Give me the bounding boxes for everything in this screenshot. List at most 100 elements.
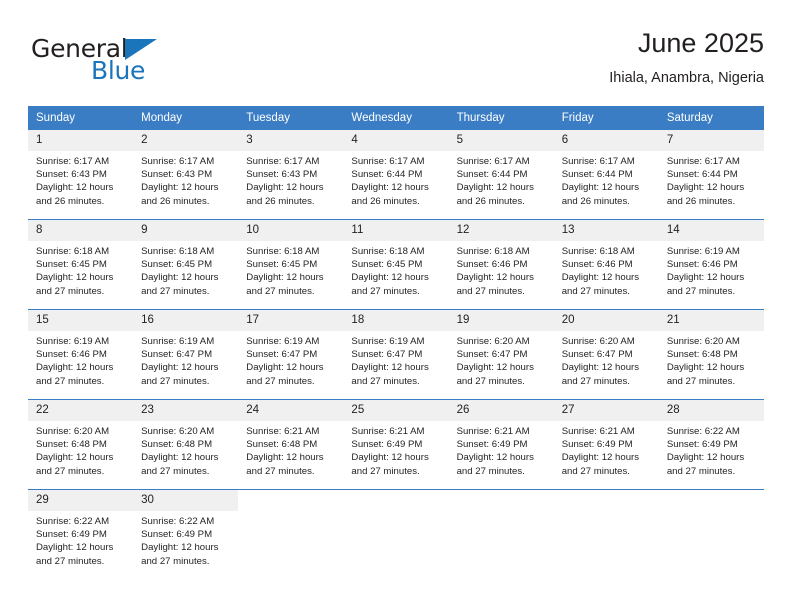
daylight-duration: and 27 minutes. xyxy=(36,555,105,567)
daylight-duration: and 27 minutes. xyxy=(456,465,525,477)
sunset-time: Sunset: 6:48 PM xyxy=(246,439,318,451)
daylight-duration: Daylight: 12 hours xyxy=(246,362,324,374)
day-number: 9 xyxy=(133,220,239,241)
calendar-day[interactable]: 8 Sunrise: 6:18 AM Sunset: 6:45 PM Daylight… xyxy=(28,220,134,309)
daylight-duration: Daylight: 12 hours xyxy=(456,362,534,374)
daylight-duration: Daylight: 12 hours xyxy=(141,272,219,284)
day-number: 13 xyxy=(553,220,659,241)
daylight-duration: and 26 minutes. xyxy=(456,195,525,207)
sunset-time: Sunset: 6:49 PM xyxy=(561,439,633,451)
calendar-day[interactable]: 22 Sunrise: 6:20 AM Sunset: 6:48 PM Dayligh… xyxy=(28,400,134,489)
day-details: Sunrise: 6:20 AM Sunset: 6:48 PM Daylight:… xyxy=(133,421,238,478)
calendar-day[interactable]: 18 Sunrise: 6:19 AM Sunset: 6:47 PM Dayligh… xyxy=(343,310,449,399)
calendar-day[interactable]: 20 Sunrise: 6:20 AM Sunset: 6:47 PM Dayligh… xyxy=(553,310,659,399)
day-details: Sunrise: 6:17 AM Sunset: 6:44 PM Daylight:… xyxy=(449,151,554,208)
day-number: 15 xyxy=(28,310,134,331)
sunrise-time: Sunrise: 6:20 AM xyxy=(666,336,740,347)
day-details: Sunrise: 6:18 AM Sunset: 6:45 PM Daylight:… xyxy=(133,241,238,298)
daylight-duration: Daylight: 12 hours xyxy=(561,362,640,374)
day-number: 4 xyxy=(343,130,449,151)
calendar-day[interactable]: 6 Sunrise: 6:17 AM Sunset: 6:44 PM Daylight… xyxy=(553,130,659,219)
sunset-time: Sunset: 6:43 PM xyxy=(141,169,213,181)
day-details xyxy=(343,511,448,515)
calendar-day[interactable]: 1 Sunrise: 6:17 AM Sunset: 6:43 PM Daylight… xyxy=(28,130,134,219)
calendar-day[interactable]: 2 Sunrise: 6:17 AM Sunset: 6:43 PM Daylight… xyxy=(133,130,239,219)
sunset-time: Sunset: 6:46 PM xyxy=(666,259,738,271)
calendar-day[interactable]: 26 Sunrise: 6:21 AM Sunset: 6:49 PM Dayligh… xyxy=(448,400,554,489)
day-details: Sunrise: 6:19 AM Sunset: 6:46 PM Daylight:… xyxy=(28,331,133,388)
day-number: 21 xyxy=(658,310,764,331)
sunrise-time: Sunrise: 6:18 AM xyxy=(36,246,110,257)
daylight-duration: Daylight: 12 hours xyxy=(246,182,324,194)
calendar-day[interactable]: 27 Sunrise: 6:21 AM Sunset: 6:49 PM Dayligh… xyxy=(553,400,659,489)
day-number: 10 xyxy=(238,220,344,241)
calendar-day[interactable]: 30 Sunrise: 6:22 AM Sunset: 6:49 PM Dayligh… xyxy=(133,490,239,579)
day-number: 19 xyxy=(448,310,554,331)
calendar-week-row: 1 Sunrise: 6:17 AM Sunset: 6:43 PM Daylight… xyxy=(28,130,764,220)
page-subtitle: Ihiala, Anambra, Nigeria xyxy=(609,70,764,86)
calendar-cell: 29 Sunrise: 6:22 AM Sunset: 6:49 PM Dayligh… xyxy=(28,489,134,579)
daylight-duration: and 27 minutes. xyxy=(666,285,736,297)
day-details: Sunrise: 6:19 AM Sunset: 6:47 PM Daylight:… xyxy=(343,331,448,388)
sunset-time: Sunset: 6:46 PM xyxy=(36,349,107,361)
day-details xyxy=(238,511,343,515)
calendar-day[interactable]: 17 Sunrise: 6:19 AM Sunset: 6:47 PM Dayligh… xyxy=(238,310,344,399)
calendar-day[interactable]: 7 Sunrise: 6:17 AM Sunset: 6:44 PM Daylight… xyxy=(658,130,764,219)
day-details: Sunrise: 6:17 AM Sunset: 6:44 PM Daylight:… xyxy=(554,151,659,208)
daylight-duration: Daylight: 12 hours xyxy=(351,362,429,374)
day-details: Sunrise: 6:18 AM Sunset: 6:46 PM Daylight:… xyxy=(449,241,554,298)
calendar-cell: 30 Sunrise: 6:22 AM Sunset: 6:49 PM Dayligh… xyxy=(133,489,239,579)
day-details: Sunrise: 6:21 AM Sunset: 6:49 PM Daylight:… xyxy=(449,421,554,478)
calendar-day[interactable]: 13 Sunrise: 6:18 AM Sunset: 6:46 PM Dayligh… xyxy=(553,220,659,309)
day-number: 14 xyxy=(658,220,764,241)
calendar-day[interactable]: 4 Sunrise: 6:17 AM Sunset: 6:44 PM Daylight… xyxy=(343,130,449,219)
sunrise-time: Sunrise: 6:17 AM xyxy=(561,156,635,167)
sunset-time: Sunset: 6:49 PM xyxy=(351,439,423,451)
day-details: Sunrise: 6:20 AM Sunset: 6:47 PM Daylight:… xyxy=(554,331,659,388)
day-number: 8 xyxy=(28,220,134,241)
calendar-day[interactable]: 11 Sunrise: 6:18 AM Sunset: 6:45 PM Dayligh… xyxy=(343,220,449,309)
calendar-day[interactable]: 5 Sunrise: 6:17 AM Sunset: 6:44 PM Daylight… xyxy=(448,130,554,219)
day-number: 6 xyxy=(553,130,659,151)
sunrise-time: Sunrise: 6:17 AM xyxy=(141,156,215,167)
day-number: 5 xyxy=(448,130,554,151)
daylight-duration: and 27 minutes. xyxy=(141,465,210,477)
calendar-cell xyxy=(238,489,344,579)
calendar-cell: 19 Sunrise: 6:20 AM Sunset: 6:47 PM Dayligh… xyxy=(448,309,554,400)
calendar-day[interactable]: 14 Sunrise: 6:19 AM Sunset: 6:46 PM Dayligh… xyxy=(658,220,764,309)
calendar-day[interactable]: 3 Sunrise: 6:17 AM Sunset: 6:43 PM Daylight… xyxy=(238,130,344,219)
calendar-day[interactable]: 10 Sunrise: 6:18 AM Sunset: 6:45 PM Dayligh… xyxy=(238,220,344,309)
calendar-day[interactable]: 9 Sunrise: 6:18 AM Sunset: 6:45 PM Daylight… xyxy=(133,220,239,309)
day-details: Sunrise: 6:17 AM Sunset: 6:44 PM Daylight:… xyxy=(343,151,448,208)
calendar-day-empty xyxy=(343,490,448,579)
sunrise-time: Sunrise: 6:17 AM xyxy=(36,156,110,167)
sunrise-time: Sunrise: 6:19 AM xyxy=(36,336,110,347)
calendar-day[interactable]: 15 Sunrise: 6:19 AM Sunset: 6:46 PM Dayligh… xyxy=(28,310,134,399)
general-blue-logo[interactable]: General Blue xyxy=(28,26,248,86)
day-number: 7 xyxy=(658,130,764,151)
sunrise-time: Sunrise: 6:20 AM xyxy=(36,426,110,437)
sunset-time: Sunset: 6:45 PM xyxy=(141,259,213,271)
day-number: 22 xyxy=(28,400,134,421)
calendar-day-empty xyxy=(554,490,659,579)
calendar-day[interactable]: 19 Sunrise: 6:20 AM Sunset: 6:47 PM Dayligh… xyxy=(448,310,554,399)
calendar-day[interactable]: 23 Sunrise: 6:20 AM Sunset: 6:48 PM Dayligh… xyxy=(133,400,239,489)
calendar-day[interactable]: 24 Sunrise: 6:21 AM Sunset: 6:48 PM Dayligh… xyxy=(238,400,344,489)
calendar-day[interactable]: 29 Sunrise: 6:22 AM Sunset: 6:49 PM Dayligh… xyxy=(28,490,134,579)
sunset-time: Sunset: 6:47 PM xyxy=(456,349,528,361)
calendar-day[interactable]: 16 Sunrise: 6:19 AM Sunset: 6:47 PM Dayligh… xyxy=(133,310,239,399)
day-details: Sunrise: 6:18 AM Sunset: 6:46 PM Daylight:… xyxy=(554,241,659,298)
day-details xyxy=(449,511,554,515)
calendar-cell: 8 Sunrise: 6:18 AM Sunset: 6:45 PM Daylight… xyxy=(28,219,134,310)
day-number xyxy=(343,490,448,511)
daylight-duration: Daylight: 12 hours xyxy=(141,452,219,464)
day-number: 1 xyxy=(28,130,134,151)
day-number: 29 xyxy=(28,490,134,511)
calendar-day[interactable]: 28 Sunrise: 6:22 AM Sunset: 6:49 PM Dayligh… xyxy=(658,400,764,489)
calendar-day[interactable]: 21 Sunrise: 6:20 AM Sunset: 6:48 PM Dayligh… xyxy=(658,310,764,399)
calendar-day[interactable]: 12 Sunrise: 6:18 AM Sunset: 6:46 PM Dayligh… xyxy=(448,220,554,309)
sunrise-time: Sunrise: 6:21 AM xyxy=(246,426,320,437)
sunset-time: Sunset: 6:45 PM xyxy=(36,259,107,271)
calendar-day[interactable]: 25 Sunrise: 6:21 AM Sunset: 6:49 PM Dayligh… xyxy=(343,400,449,489)
day-details: Sunrise: 6:19 AM Sunset: 6:47 PM Daylight:… xyxy=(238,331,343,388)
